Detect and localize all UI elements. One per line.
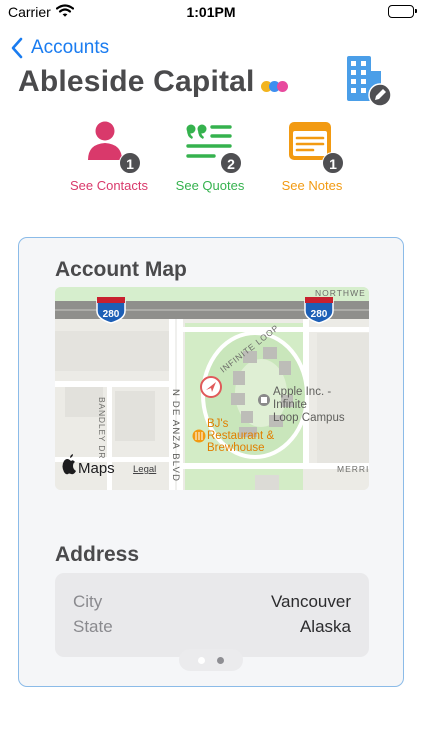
- address-box: City Vancouver State Alaska: [55, 573, 369, 657]
- see-notes-button[interactable]: 1 See Notes: [267, 120, 357, 193]
- battery-icon: [388, 5, 417, 18]
- maps-brand-label: Maps: [78, 460, 115, 477]
- shield-label: 280: [103, 309, 120, 320]
- city-value: Vancouver: [270, 592, 351, 611]
- address-section-title: Address: [55, 543, 140, 566]
- quotes-count-badge: 2: [220, 152, 242, 174]
- address-row-city: City Vancouver: [73, 592, 351, 616]
- poi-label: Brewhouse: [207, 442, 265, 454]
- back-button[interactable]: Accounts: [10, 36, 109, 60]
- street-label: MERRITT: [337, 464, 369, 474]
- page-control[interactable]: [179, 649, 243, 671]
- quote-list-icon: 2: [184, 120, 242, 174]
- poi-label: Apple Inc. -: [273, 386, 331, 398]
- tag-dot: [276, 80, 288, 92]
- page-dot[interactable]: [217, 656, 224, 664]
- contacts-count-badge: 1: [119, 152, 141, 174]
- state-value: Alaska: [299, 617, 351, 636]
- see-quotes-button[interactable]: 2 See Quotes: [165, 120, 255, 193]
- street-label: NORTHWE: [315, 288, 366, 298]
- map-section-title: Account Map: [55, 258, 187, 281]
- street-label: BANDLEY DR: [97, 397, 107, 459]
- edit-account-button[interactable]: [346, 55, 392, 107]
- chevron-left-icon: [11, 37, 23, 59]
- street-label: N DE ANZA BLVD: [170, 389, 181, 482]
- poi-label: Infinite: [273, 399, 307, 411]
- state-label: State: [73, 617, 113, 636]
- person-icon: 1: [83, 120, 141, 174]
- back-label: Accounts: [31, 37, 110, 58]
- address-row-state: State Alaska: [73, 617, 351, 641]
- page-dot[interactable]: [198, 656, 205, 664]
- see-contacts-button[interactable]: 1 See Contacts: [64, 120, 154, 193]
- maps-legal-link[interactable]: Legal: [133, 464, 156, 475]
- notes-count-badge: 1: [322, 152, 344, 174]
- clock: 1:01PM: [186, 4, 236, 20]
- account-detail-card: Account Map 280 280 NORTHWE INFINITE LOO…: [18, 237, 404, 687]
- poi-label: Loop Campus: [273, 412, 345, 424]
- account-header: Ableside Capital: [18, 62, 288, 102]
- see-contacts-label: See Contacts: [69, 178, 149, 193]
- notes-icon: 1: [286, 120, 344, 174]
- poi-label: BJ's: [207, 418, 229, 430]
- shield-label: 280: [311, 309, 328, 320]
- see-notes-label: See Notes: [281, 178, 343, 193]
- see-quotes-label: See Quotes: [175, 178, 245, 193]
- building-icon: [347, 56, 392, 107]
- page-title: Ableside Capital: [18, 65, 255, 98]
- city-label: City: [73, 592, 103, 611]
- poi-label: Restaurant &: [207, 430, 274, 442]
- tag-dots: [260, 80, 288, 92]
- status-bar: Carrier 1:01PM: [0, 0, 422, 26]
- account-map[interactable]: 280 280 NORTHWE INFINITE LOOP BANDLEY DR…: [55, 287, 369, 490]
